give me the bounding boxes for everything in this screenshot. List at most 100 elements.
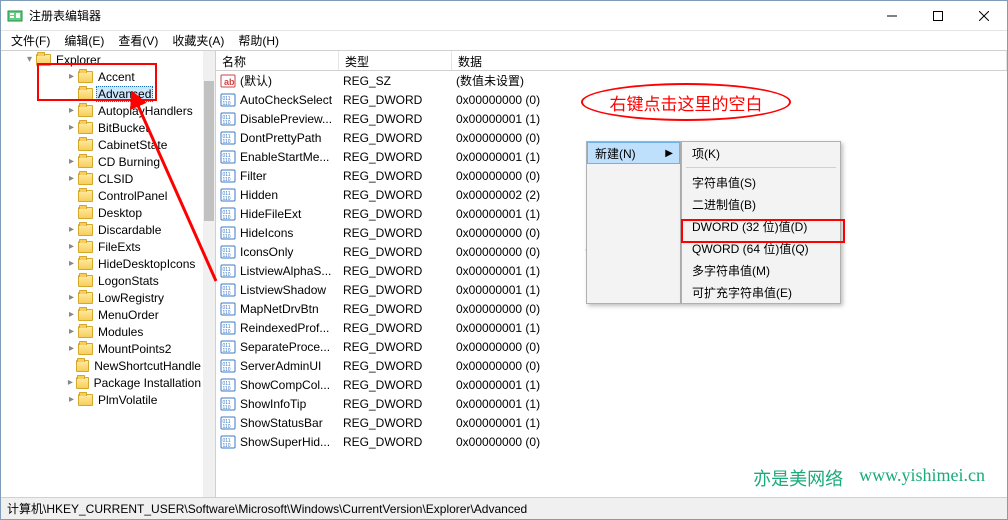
maximize-button[interactable] bbox=[915, 1, 961, 31]
close-button[interactable] bbox=[961, 1, 1007, 31]
ctx-item[interactable]: 字符串值(S) bbox=[682, 171, 840, 193]
reg-value-icon: 011110 bbox=[220, 396, 236, 412]
tree-item[interactable]: PlmVolatile bbox=[1, 391, 203, 408]
svg-text:110: 110 bbox=[223, 443, 231, 449]
svg-text:110: 110 bbox=[223, 348, 231, 354]
tree-pane[interactable]: Explorer AccentAdvancedAutoplayHandlersB… bbox=[1, 51, 216, 499]
list-row[interactable]: 011110ReindexedProf...REG_DWORD0x0000000… bbox=[216, 318, 1007, 337]
scrollbar-thumb[interactable] bbox=[204, 81, 214, 221]
reg-value-icon: 011110 bbox=[220, 111, 236, 127]
menu-view[interactable]: 查看(V) bbox=[112, 30, 164, 51]
ctx-item[interactable]: DWORD (32 位)值(D) bbox=[682, 215, 840, 237]
svg-text:110: 110 bbox=[223, 234, 231, 240]
list-row[interactable]: 011110ServerAdminUIREG_DWORD0x00000000 (… bbox=[216, 356, 1007, 375]
tree-item[interactable]: Advanced bbox=[1, 85, 203, 102]
list-row[interactable]: 011110SeparateProce...REG_DWORD0x0000000… bbox=[216, 337, 1007, 356]
svg-text:110: 110 bbox=[223, 272, 231, 278]
list-row[interactable]: 011110ShowCompCol...REG_DWORD0x00000001 … bbox=[216, 375, 1007, 394]
svg-text:110: 110 bbox=[223, 310, 231, 316]
folder-icon bbox=[78, 326, 93, 338]
list-row[interactable]: 011110ShowSuperHid...REG_DWORD0x00000000… bbox=[216, 432, 1007, 451]
window-title: 注册表编辑器 bbox=[29, 7, 101, 24]
folder-icon bbox=[78, 139, 93, 151]
ctx-item[interactable]: 可扩充字符串值(E) bbox=[682, 281, 840, 303]
folder-icon bbox=[78, 105, 93, 117]
tree-item[interactable]: MenuOrder bbox=[1, 306, 203, 323]
ctx-item[interactable]: QWORD (64 位)值(Q) bbox=[682, 237, 840, 259]
titlebar: 注册表编辑器 bbox=[1, 1, 1007, 31]
tree-item[interactable]: Explorer bbox=[1, 51, 203, 68]
ctx-item[interactable]: 多字符串值(M) bbox=[682, 259, 840, 281]
tree-item[interactable]: ControlPanel bbox=[1, 187, 203, 204]
tree-item[interactable]: HideDesktopIcons bbox=[1, 255, 203, 272]
reg-value-icon: 011110 bbox=[220, 320, 236, 336]
folder-icon bbox=[78, 275, 93, 287]
folder-icon bbox=[78, 71, 93, 83]
list-row[interactable]: 011110ShowStatusBarREG_DWORD0x00000001 (… bbox=[216, 413, 1007, 432]
tree-item[interactable]: Package Installation bbox=[1, 374, 203, 391]
chevron-right-icon: ▶ bbox=[665, 148, 673, 159]
menu-favorites[interactable]: 收藏夹(A) bbox=[166, 30, 230, 51]
tree-item[interactable]: LowRegistry bbox=[1, 289, 203, 306]
reg-value-icon: 011110 bbox=[220, 415, 236, 431]
folder-icon bbox=[76, 377, 89, 389]
reg-value-icon: 011110 bbox=[220, 187, 236, 203]
list-row[interactable]: 011110DisablePreview...REG_DWORD0x000000… bbox=[216, 109, 1007, 128]
svg-text:110: 110 bbox=[223, 386, 231, 392]
folder-icon bbox=[78, 292, 93, 304]
folder-icon bbox=[78, 309, 93, 321]
svg-text:110: 110 bbox=[223, 177, 231, 183]
svg-text:ab: ab bbox=[224, 77, 235, 87]
reg-value-icon: 011110 bbox=[220, 434, 236, 450]
list-header: 名称 类型 数据 bbox=[216, 51, 1007, 71]
tree-item[interactable]: AutoplayHandlers bbox=[1, 102, 203, 119]
list-row[interactable]: ab(默认)REG_SZ(数值未设置) bbox=[216, 71, 1007, 90]
statusbar: 计算机\HKEY_CURRENT_USER\Software\Microsoft… bbox=[1, 497, 1007, 519]
reg-value-icon: 011110 bbox=[220, 168, 236, 184]
svg-text:110: 110 bbox=[223, 196, 231, 202]
svg-text:110: 110 bbox=[223, 329, 231, 335]
tree-item[interactable]: Desktop bbox=[1, 204, 203, 221]
ctx-new[interactable]: 新建(N)▶ bbox=[587, 142, 680, 164]
svg-text:110: 110 bbox=[223, 215, 231, 221]
tree-item[interactable]: FileExts bbox=[1, 238, 203, 255]
reg-value-icon: 011110 bbox=[220, 282, 236, 298]
folder-icon bbox=[78, 241, 93, 253]
menubar: 文件(F) 编辑(E) 查看(V) 收藏夹(A) 帮助(H) bbox=[1, 31, 1007, 51]
tree-scrollbar[interactable] bbox=[203, 51, 215, 499]
tree-item[interactable]: BitBucket bbox=[1, 119, 203, 136]
menu-file[interactable]: 文件(F) bbox=[5, 30, 56, 51]
tree-item[interactable]: CLSID bbox=[1, 170, 203, 187]
tree-item[interactable]: Modules bbox=[1, 323, 203, 340]
list-row[interactable]: 011110ShowInfoTipREG_DWORD0x00000001 (1) bbox=[216, 394, 1007, 413]
folder-icon bbox=[78, 190, 93, 202]
tree-item[interactable]: NewShortcutHandle bbox=[1, 357, 203, 374]
ctx-item[interactable]: 项(K) bbox=[682, 142, 840, 164]
ctx-item[interactable]: 二进制值(B) bbox=[682, 193, 840, 215]
folder-icon bbox=[78, 394, 93, 406]
minimize-button[interactable] bbox=[869, 1, 915, 31]
menu-edit[interactable]: 编辑(E) bbox=[58, 30, 110, 51]
context-menu: 新建(N)▶ 项(K) 字符串值(S)二进制值(B)DWORD (32 位)值(D… bbox=[586, 141, 841, 304]
folder-icon bbox=[78, 258, 93, 270]
folder-icon bbox=[36, 54, 51, 66]
tree-item[interactable]: Discardable bbox=[1, 221, 203, 238]
column-data[interactable]: 数据 bbox=[452, 51, 1007, 70]
column-name[interactable]: 名称 bbox=[216, 51, 339, 70]
tree-item[interactable]: MountPoints2 bbox=[1, 340, 203, 357]
tree-item[interactable]: CabinetState bbox=[1, 136, 203, 153]
reg-value-icon: 011110 bbox=[220, 358, 236, 374]
list-row[interactable]: 011110AutoCheckSelectREG_DWORD0x00000000… bbox=[216, 90, 1007, 109]
folder-icon bbox=[76, 360, 89, 372]
tree-item[interactable]: LogonStats bbox=[1, 272, 203, 289]
reg-value-icon: 011110 bbox=[220, 244, 236, 260]
column-type[interactable]: 类型 bbox=[339, 51, 452, 70]
svg-text:110: 110 bbox=[223, 367, 231, 373]
regedit-icon bbox=[7, 8, 23, 24]
folder-icon bbox=[78, 207, 93, 219]
tree-item[interactable]: CD Burning bbox=[1, 153, 203, 170]
menu-help[interactable]: 帮助(H) bbox=[232, 30, 285, 51]
svg-text:110: 110 bbox=[223, 405, 231, 411]
tree-item[interactable]: Accent bbox=[1, 68, 203, 85]
svg-text:110: 110 bbox=[223, 120, 231, 126]
